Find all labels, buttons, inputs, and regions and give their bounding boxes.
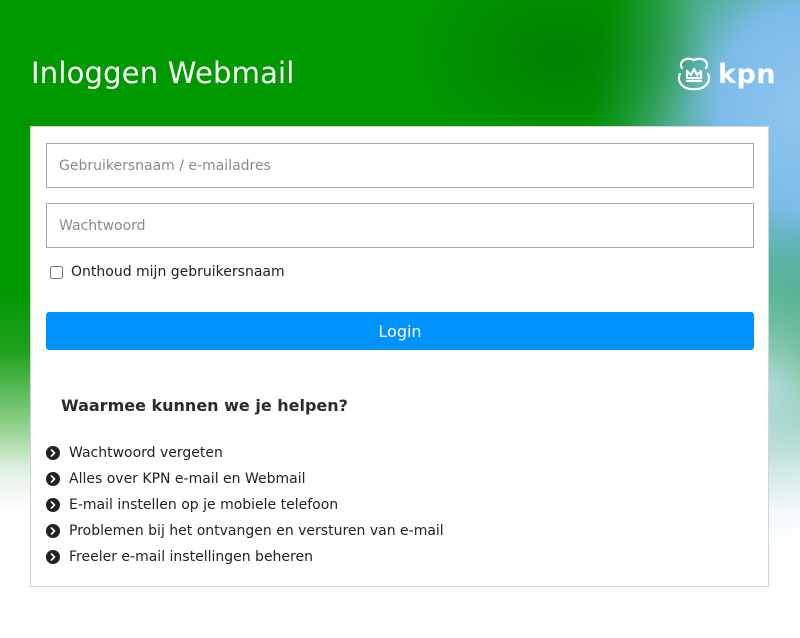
kpn-crown-icon: [677, 57, 711, 91]
chevron-right-circle-icon: [46, 446, 60, 460]
username-input[interactable]: [46, 143, 754, 188]
help-link-forgot-password[interactable]: Wachtwoord vergeten: [46, 440, 444, 466]
help-link-freeler-settings[interactable]: Freeler e-mail instellingen beheren: [46, 544, 444, 570]
help-link-about-email[interactable]: Alles over KPN e-mail en Webmail: [46, 466, 444, 492]
remember-checkbox[interactable]: [50, 265, 63, 279]
help-link-label[interactable]: Problemen bij het ontvangen en versturen…: [69, 523, 444, 539]
help-link-label[interactable]: Freeler e-mail instellingen beheren: [69, 549, 313, 565]
login-button[interactable]: Login: [46, 312, 754, 350]
help-link-label[interactable]: Alles over KPN e-mail en Webmail: [69, 471, 306, 487]
help-link-label[interactable]: Wachtwoord vergeten: [69, 445, 223, 461]
page-title: Inloggen Webmail: [31, 56, 295, 90]
password-input[interactable]: [46, 203, 754, 248]
login-card: Onthoud mijn gebruikersnaam Login Waarme…: [30, 126, 769, 587]
login-page: Inloggen Webmail kpn Onthoud mijn gebrui…: [0, 0, 800, 638]
chevron-right-circle-icon: [46, 472, 60, 486]
remember-me[interactable]: Onthoud mijn gebruikersnaam: [50, 264, 285, 280]
logo-text: kpn: [718, 58, 777, 90]
remember-label: Onthoud mijn gebruikersnaam: [71, 264, 285, 280]
chevron-right-circle-icon: [46, 550, 60, 564]
help-link-label[interactable]: E-mail instellen op je mobiele telefoon: [69, 497, 338, 513]
chevron-right-circle-icon: [46, 498, 60, 512]
kpn-logo: kpn: [674, 52, 776, 96]
help-links-list: Wachtwoord vergeten Alles over KPN e-mai…: [46, 440, 444, 570]
chevron-right-circle-icon: [46, 524, 60, 538]
help-title: Waarmee kunnen we je helpen?: [61, 396, 348, 415]
help-link-mail-problems[interactable]: Problemen bij het ontvangen en versturen…: [46, 518, 444, 544]
help-link-mobile-setup[interactable]: E-mail instellen op je mobiele telefoon: [46, 492, 444, 518]
